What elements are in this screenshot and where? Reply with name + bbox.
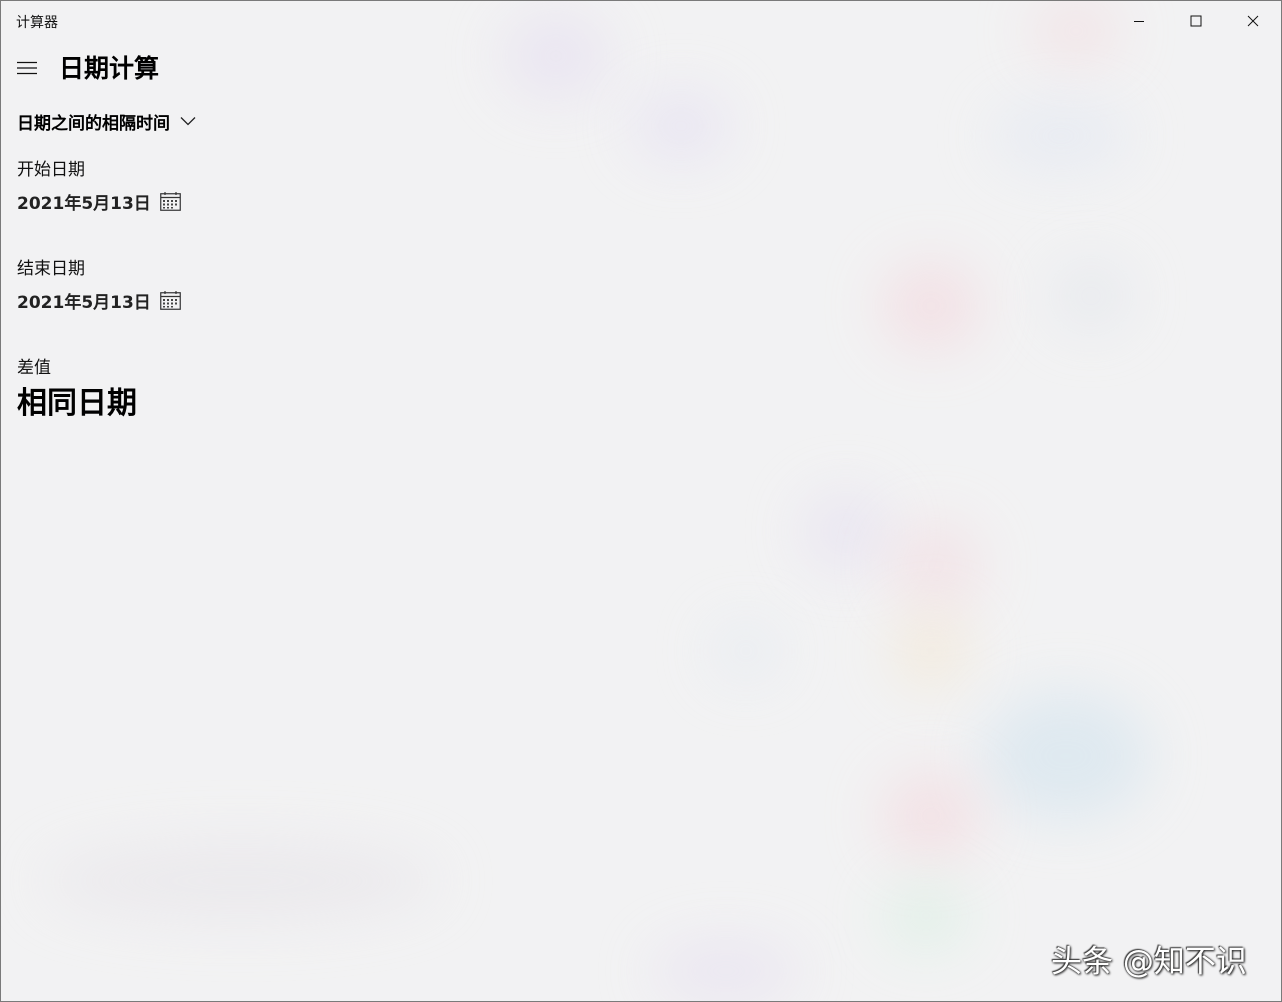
background-blur <box>981 691 1151 821</box>
hamburger-icon <box>17 61 37 75</box>
end-date-value: 2021年5月13日 <box>17 292 151 313</box>
end-date-picker[interactable]: 2021年5月13日 <box>17 287 181 313</box>
background-blur <box>41 841 441 921</box>
calendar-icon <box>159 191 181 211</box>
background-blur <box>631 91 731 161</box>
background-blur <box>881 261 981 351</box>
background-blur <box>891 521 981 611</box>
difference-value: 相同日期 <box>17 386 137 421</box>
maximize-icon <box>1190 15 1201 27</box>
background-blur <box>651 941 801 1001</box>
start-date-label: 开始日期 <box>17 160 85 180</box>
start-date-value: 2021年5月13日 <box>17 193 151 214</box>
app-title: 计算器 <box>16 15 58 31</box>
minimize-icon <box>1133 21 1144 22</box>
start-date-picker[interactable]: 2021年5月13日 <box>17 188 181 214</box>
mode-dropdown-label: 日期之间的相隔时间 <box>17 113 170 134</box>
calculator-window: 计算器 日期计算 日期之间的相隔时间 开始日期 2021年5月13日 结束日期 … <box>0 0 1282 1002</box>
title-bar[interactable]: 计算器 <box>1 1 1281 41</box>
calendar-icon <box>159 290 181 310</box>
end-date-label: 结束日期 <box>17 259 85 279</box>
mode-dropdown[interactable]: 日期之间的相隔时间 <box>17 108 196 134</box>
close-icon <box>1247 15 1258 27</box>
difference-label: 差值 <box>17 358 51 378</box>
minimize-button[interactable] <box>1110 1 1167 41</box>
background-blur <box>991 101 1131 171</box>
background-blur <box>711 621 781 681</box>
chevron-down-icon <box>180 116 196 126</box>
background-blur <box>881 881 971 951</box>
background-blur <box>891 611 971 691</box>
close-button[interactable] <box>1224 1 1281 41</box>
watermark: 头条 @知不识 <box>1051 944 1247 980</box>
page-title: 日期计算 <box>59 54 160 83</box>
maximize-button[interactable] <box>1167 1 1224 41</box>
background-blur <box>801 491 891 571</box>
background-blur <box>881 771 981 861</box>
background-blur <box>1051 261 1131 331</box>
menu-button[interactable] <box>9 53 45 83</box>
